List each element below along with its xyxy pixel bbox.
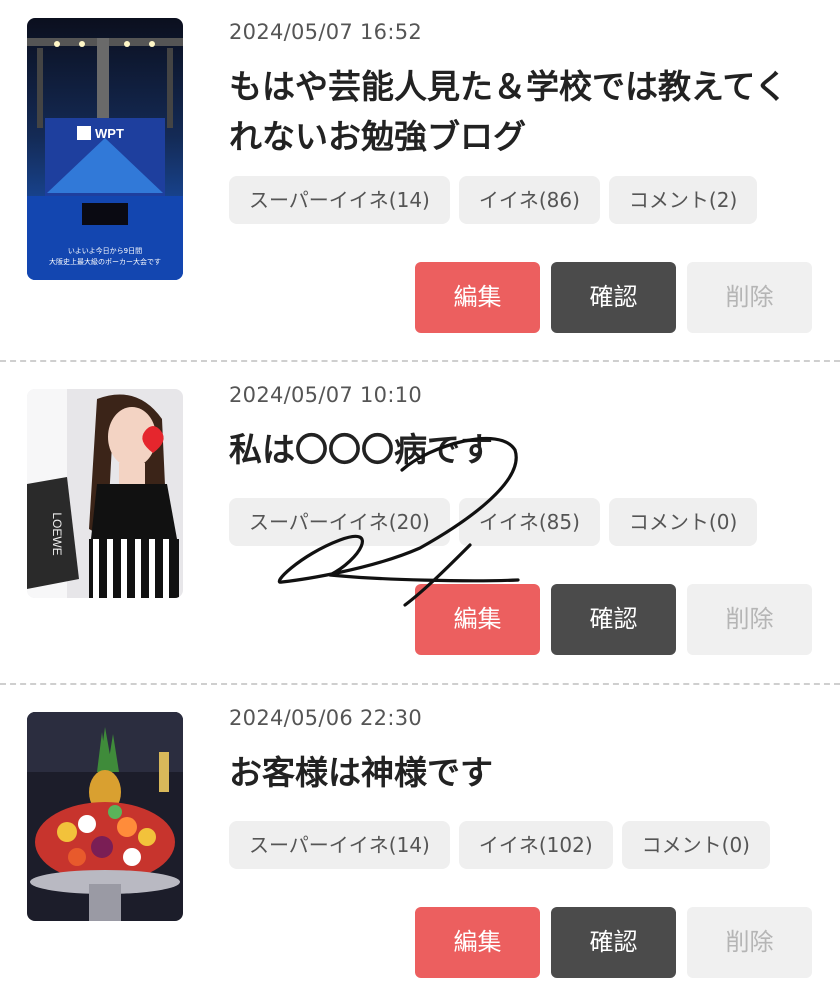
delete-button[interactable]: 削除 [687,907,812,978]
post-divider [0,360,840,362]
confirm-button[interactable]: 確認 [551,907,676,978]
post-thumbnail[interactable]: WPT いよいよ今日から9日間 大阪史上最大級のポーカー大会です [27,18,183,280]
post-divider [0,683,840,685]
post-date: 2024/05/07 10:10 [229,383,423,407]
bag-text: LOEWE [50,512,64,555]
post-title[interactable]: もはや芸能人見た＆学校では教えてくれないお勉強ブログ [229,62,819,162]
post-title[interactable]: お客様は神様です [229,748,819,798]
super-like-count: スーパーイイネ(14) [229,176,450,224]
post-stats: スーパーイイネ(14) イイネ(102) コメント(0) [229,821,770,869]
thumb-logo: WPT [95,126,124,141]
post-date: 2024/05/06 22:30 [229,706,423,730]
post-actions: 編集 確認 削除 [415,262,812,333]
post-card: LOEWE 2024/05/07 10:10 私は〇〇〇病です スーパーイイネ(… [0,363,840,685]
like-count: イイネ(102) [458,821,613,869]
delete-button[interactable]: 削除 [687,584,812,655]
post-thumbnail[interactable] [27,712,183,921]
post-date: 2024/05/07 16:52 [229,20,423,44]
comment-count: コメント(0) [608,498,758,546]
edit-button[interactable]: 編集 [415,584,540,655]
post-title[interactable]: 私は〇〇〇病です [229,425,819,475]
comment-count: コメント(0) [621,821,770,869]
post-actions: 編集 確認 削除 [415,907,812,978]
confirm-button[interactable]: 確認 [551,584,676,655]
super-like-count: スーパーイイネ(20) [229,498,450,546]
post-stats: スーパーイイネ(20) イイネ(85) コメント(0) [229,498,758,546]
post-card: WPT いよいよ今日から9日間 大阪史上最大級のポーカー大会です 2024/05… [0,0,840,333]
confirm-button[interactable]: 確認 [551,262,676,333]
post-actions: 編集 確認 削除 [415,584,812,655]
edit-button[interactable]: 編集 [415,262,540,333]
edit-button[interactable]: 編集 [415,907,540,978]
like-count: イイネ(85) [458,498,600,546]
svg-text:いよいよ今日から9日間: いよいよ今日から9日間 [68,246,142,255]
post-card: 2024/05/06 22:30 お客様は神様です スーパーイイネ(14) イイ… [0,686,840,1008]
svg-text:大阪史上最大級のポーカー大会です: 大阪史上最大級のポーカー大会です [49,257,161,266]
super-like-count: スーパーイイネ(14) [229,821,450,869]
post-stats: スーパーイイネ(14) イイネ(86) コメント(2) [229,176,758,224]
delete-button[interactable]: 削除 [687,262,812,333]
post-thumbnail[interactable]: LOEWE [27,389,183,598]
comment-count: コメント(2) [608,176,758,224]
like-count: イイネ(86) [458,176,600,224]
